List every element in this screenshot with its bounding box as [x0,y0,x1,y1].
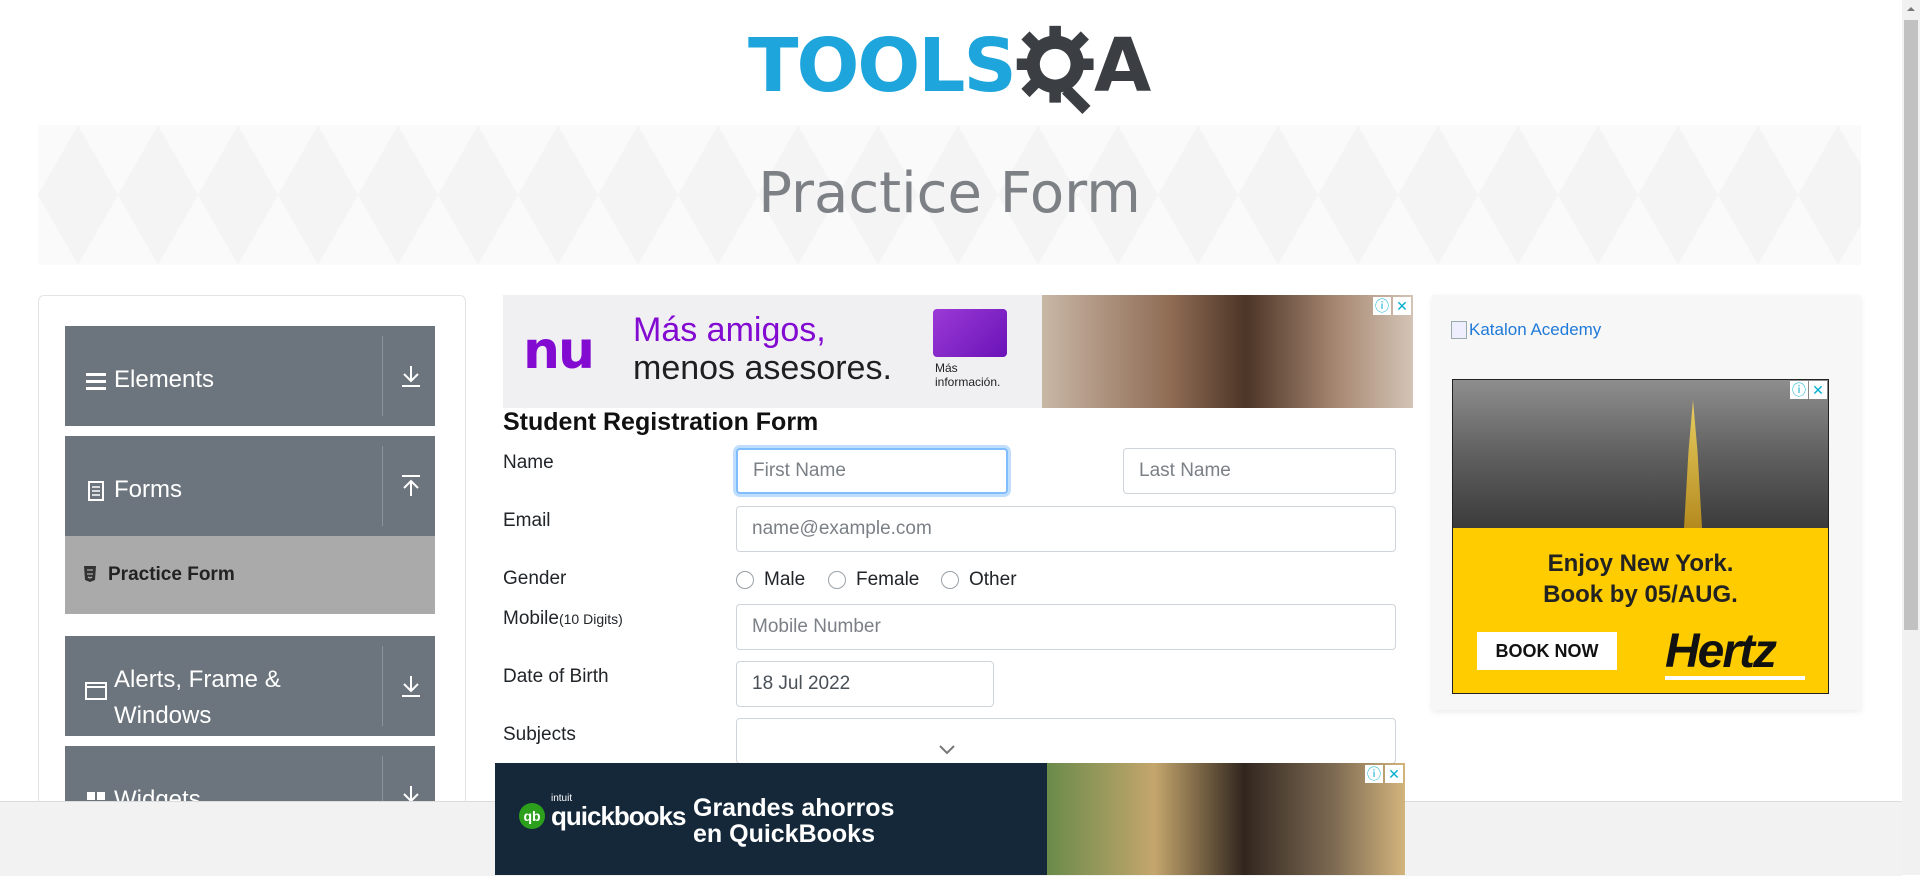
adchoices-icon[interactable]: ⓘ [1365,765,1383,783]
hertz-headline-line1: Enjoy New York. [1547,550,1734,577]
quickbooks-ad[interactable]: qb intuit quickbooks Grandes ahorros en … [495,763,1405,875]
quickbooks-headline-line2: en QuickBooks [693,820,875,848]
first-name-input[interactable] [736,448,1008,494]
date-of-birth-input[interactable]: 18 Jul 2022 [736,661,994,707]
window-icon [85,682,107,700]
page-banner: Practice Form [38,125,1861,265]
scroll-up-arrow-icon[interactable] [1902,0,1920,18]
quickbooks-logo-icon: qb [519,803,545,829]
divider [382,446,383,526]
gender-label: Gender [503,568,567,589]
radio-circle[interactable] [736,571,754,589]
ad-photo [1047,763,1405,875]
sidebar-group-label: Forms [114,476,182,503]
quickbooks-headline-line1: Grandes ahorros [693,794,895,822]
radio-label: Female [856,569,920,590]
radio-label: Other [969,569,1017,590]
sidebar-group-elements[interactable]: Elements [65,326,435,426]
katalon-link-text: Katalon Acedemy [1469,320,1602,339]
document-icon [88,481,104,501]
hertz-ad[interactable]: Enjoy New York. Book by 05/AUG. BOOK NOW… [1452,379,1829,694]
sidebar-group-alerts[interactable]: Alerts, Frame & Windows [65,636,435,736]
gender-radio-other[interactable]: Other [941,568,1017,592]
sidebar-item-label: Practice Form [108,564,235,585]
katalon-academy-link[interactable]: Katalon Acedemy [1451,320,1601,340]
subjects-input[interactable] [736,718,1396,764]
email-input[interactable] [736,506,1396,552]
ad-headline-line2: menos asesores. [633,349,892,387]
last-name-input[interactable] [1123,448,1396,494]
ad-brand-logo: nu [523,321,595,381]
hertz-headline: Enjoy New York. Book by 05/AUG. [1453,548,1828,610]
mobile-input[interactable] [736,604,1396,650]
toolsqa-logo[interactable]: TOOLS A [748,18,1154,115]
adchoices-icon[interactable]: ⓘ [1373,297,1391,315]
radio-label: Male [764,569,806,590]
chrysler-tower [1684,400,1702,528]
close-ad-icon[interactable]: ✕ [1809,381,1827,399]
mobile-label: Mobile(10 Digits) [503,608,623,630]
download-arrow-icon [402,366,420,387]
hertz-headline-line2: Book by 05/AUG. [1543,581,1738,608]
divider [382,336,383,416]
hertz-logo-underline [1665,676,1805,680]
name-label: Name [503,452,554,473]
page-title: Practice Form [758,161,1141,226]
left-sidebar: Elements Forms Practice Form Alerts, Fra… [38,295,466,857]
adchoices-icon[interactable]: ⓘ [1790,381,1808,399]
chevron-down-icon[interactable] [938,744,956,756]
subjects-label: Subjects [503,724,576,745]
ad-photo [1042,295,1413,408]
sidebar-item-practice-form[interactable]: Practice Form [65,536,435,614]
card-image [933,309,1007,357]
sidebar-group-label: Elements [114,366,215,393]
sidebar-group-forms[interactable]: Forms [65,436,435,536]
book-now-button[interactable]: BOOK NOW [1477,632,1617,670]
upload-arrow-icon [402,475,420,496]
mobile-label-text: Mobile [503,608,559,629]
city-image [1453,380,1828,528]
quickbooks-brand: quickbooks [551,801,686,831]
dob-label: Date of Birth [503,666,609,687]
hertz-logo: Hertz [1665,625,1777,678]
quickbooks-headline: Grandes ahorros en QuickBooks [693,795,953,847]
close-ad-icon[interactable]: ✕ [1393,297,1411,315]
scrollbar-thumb[interactable] [1904,20,1918,630]
divider [382,646,383,726]
ad-more-info-link[interactable]: Más información. [935,361,1015,389]
gender-radio-female[interactable]: Female [828,568,919,592]
broken-image-icon [1451,321,1467,339]
form-title: Student Registration Form [503,408,819,436]
email-label: Email [503,510,551,531]
mobile-hint: (10 Digits) [558,611,623,627]
radio-circle[interactable] [941,571,959,589]
ad-headline-line1: Más amigos, [633,311,826,349]
gear-icon [1016,25,1094,115]
logo-text-accent: A [1094,23,1152,109]
hertz-ad-body: Enjoy New York. Book by 05/AUG. BOOK NOW… [1453,528,1828,693]
hamburger-icon [86,373,106,390]
logo-text-main: TOOLS [748,23,1017,109]
close-ad-icon[interactable]: ✕ [1385,765,1403,783]
download-arrow-icon [402,676,420,697]
nubank-ad[interactable]: nu Más amigos, menos asesores. Más infor… [503,295,1413,408]
gender-radio-male[interactable]: Male [736,568,805,592]
radio-circle[interactable] [828,571,846,589]
vertical-scrollbar[interactable] [1902,0,1920,875]
sidebar-group-label: Alerts, Frame & Windows [114,666,281,729]
html5-icon [84,566,96,582]
